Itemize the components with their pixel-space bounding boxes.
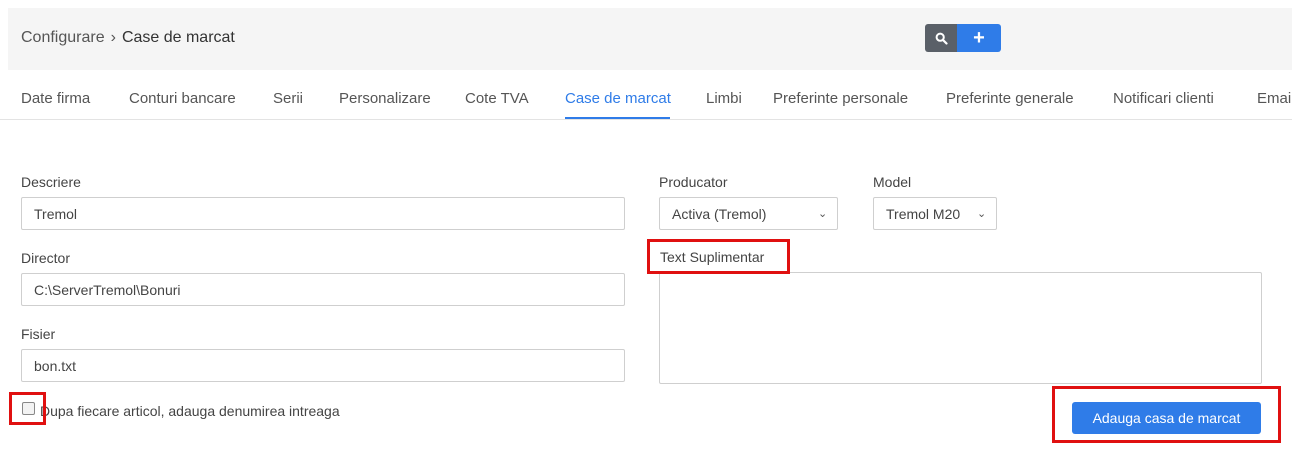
descriere-label: Descriere — [21, 174, 81, 190]
header-actions: + — [925, 24, 1001, 52]
model-label: Model — [873, 174, 912, 190]
producator-select[interactable]: Activa (Tremol) ⌄ — [659, 197, 838, 230]
tab-preferinte-personale[interactable]: Preferinte personale — [773, 90, 908, 107]
header-bar: Configurare › Case de marcat + — [8, 8, 1292, 70]
highlight-text-suplimentar — [647, 239, 790, 274]
plus-icon: + — [973, 27, 985, 49]
breadcrumb-separator: › — [110, 29, 116, 46]
breadcrumb-current: Case de marcat — [121, 29, 235, 46]
director-label: Director — [21, 250, 71, 266]
tab-conturi-bancare[interactable]: Conturi bancare — [129, 90, 236, 107]
highlight-checkbox — [9, 392, 46, 425]
breadcrumb-parent[interactable]: Configurare — [21, 29, 105, 46]
chevron-down-icon: ⌄ — [818, 208, 828, 220]
breadcrumb: Configurare › Case de marcat — [21, 29, 235, 47]
search-button[interactable] — [925, 24, 957, 52]
director-input[interactable]: C:\ServerTremol\Bonuri — [21, 273, 625, 306]
descriere-input[interactable]: Tremol — [21, 197, 625, 230]
chevron-down-icon: ⌄ — [977, 208, 987, 220]
full-name-checkbox-label[interactable]: Dupa fiecare articol, adauga denumirea i… — [40, 403, 340, 419]
tab-limbi[interactable]: Limbi — [706, 90, 742, 107]
producator-label: Producator — [659, 174, 728, 190]
tab-email[interactable]: Emai — [1257, 90, 1291, 107]
settings-tabs: Date firma Conturi bancare Serii Persona… — [0, 70, 1292, 120]
tab-date-firma[interactable]: Date firma — [21, 90, 90, 107]
model-select[interactable]: Tremol M20 ⌄ — [873, 197, 997, 230]
tab-serii[interactable]: Serii — [273, 90, 303, 107]
tab-personalizare[interactable]: Personalizare — [339, 90, 431, 107]
search-icon — [935, 32, 948, 45]
tab-case-de-marcat[interactable]: Case de marcat — [565, 90, 671, 107]
producator-value: Activa (Tremol) — [672, 206, 767, 222]
add-button[interactable]: + — [957, 24, 1001, 52]
active-tab-indicator — [565, 117, 670, 119]
model-value: Tremol M20 — [886, 206, 961, 222]
tab-preferinte-generale[interactable]: Preferinte generale — [946, 90, 1074, 107]
highlight-submit-button — [1052, 386, 1281, 443]
tab-cote-tva[interactable]: Cote TVA — [465, 90, 529, 107]
tab-notificari-clienti[interactable]: Notificari clienti — [1113, 90, 1214, 107]
fisier-label: Fisier — [21, 326, 56, 342]
fisier-input[interactable]: bon.txt — [21, 349, 625, 382]
text-suplimentar-textarea[interactable] — [659, 272, 1262, 384]
